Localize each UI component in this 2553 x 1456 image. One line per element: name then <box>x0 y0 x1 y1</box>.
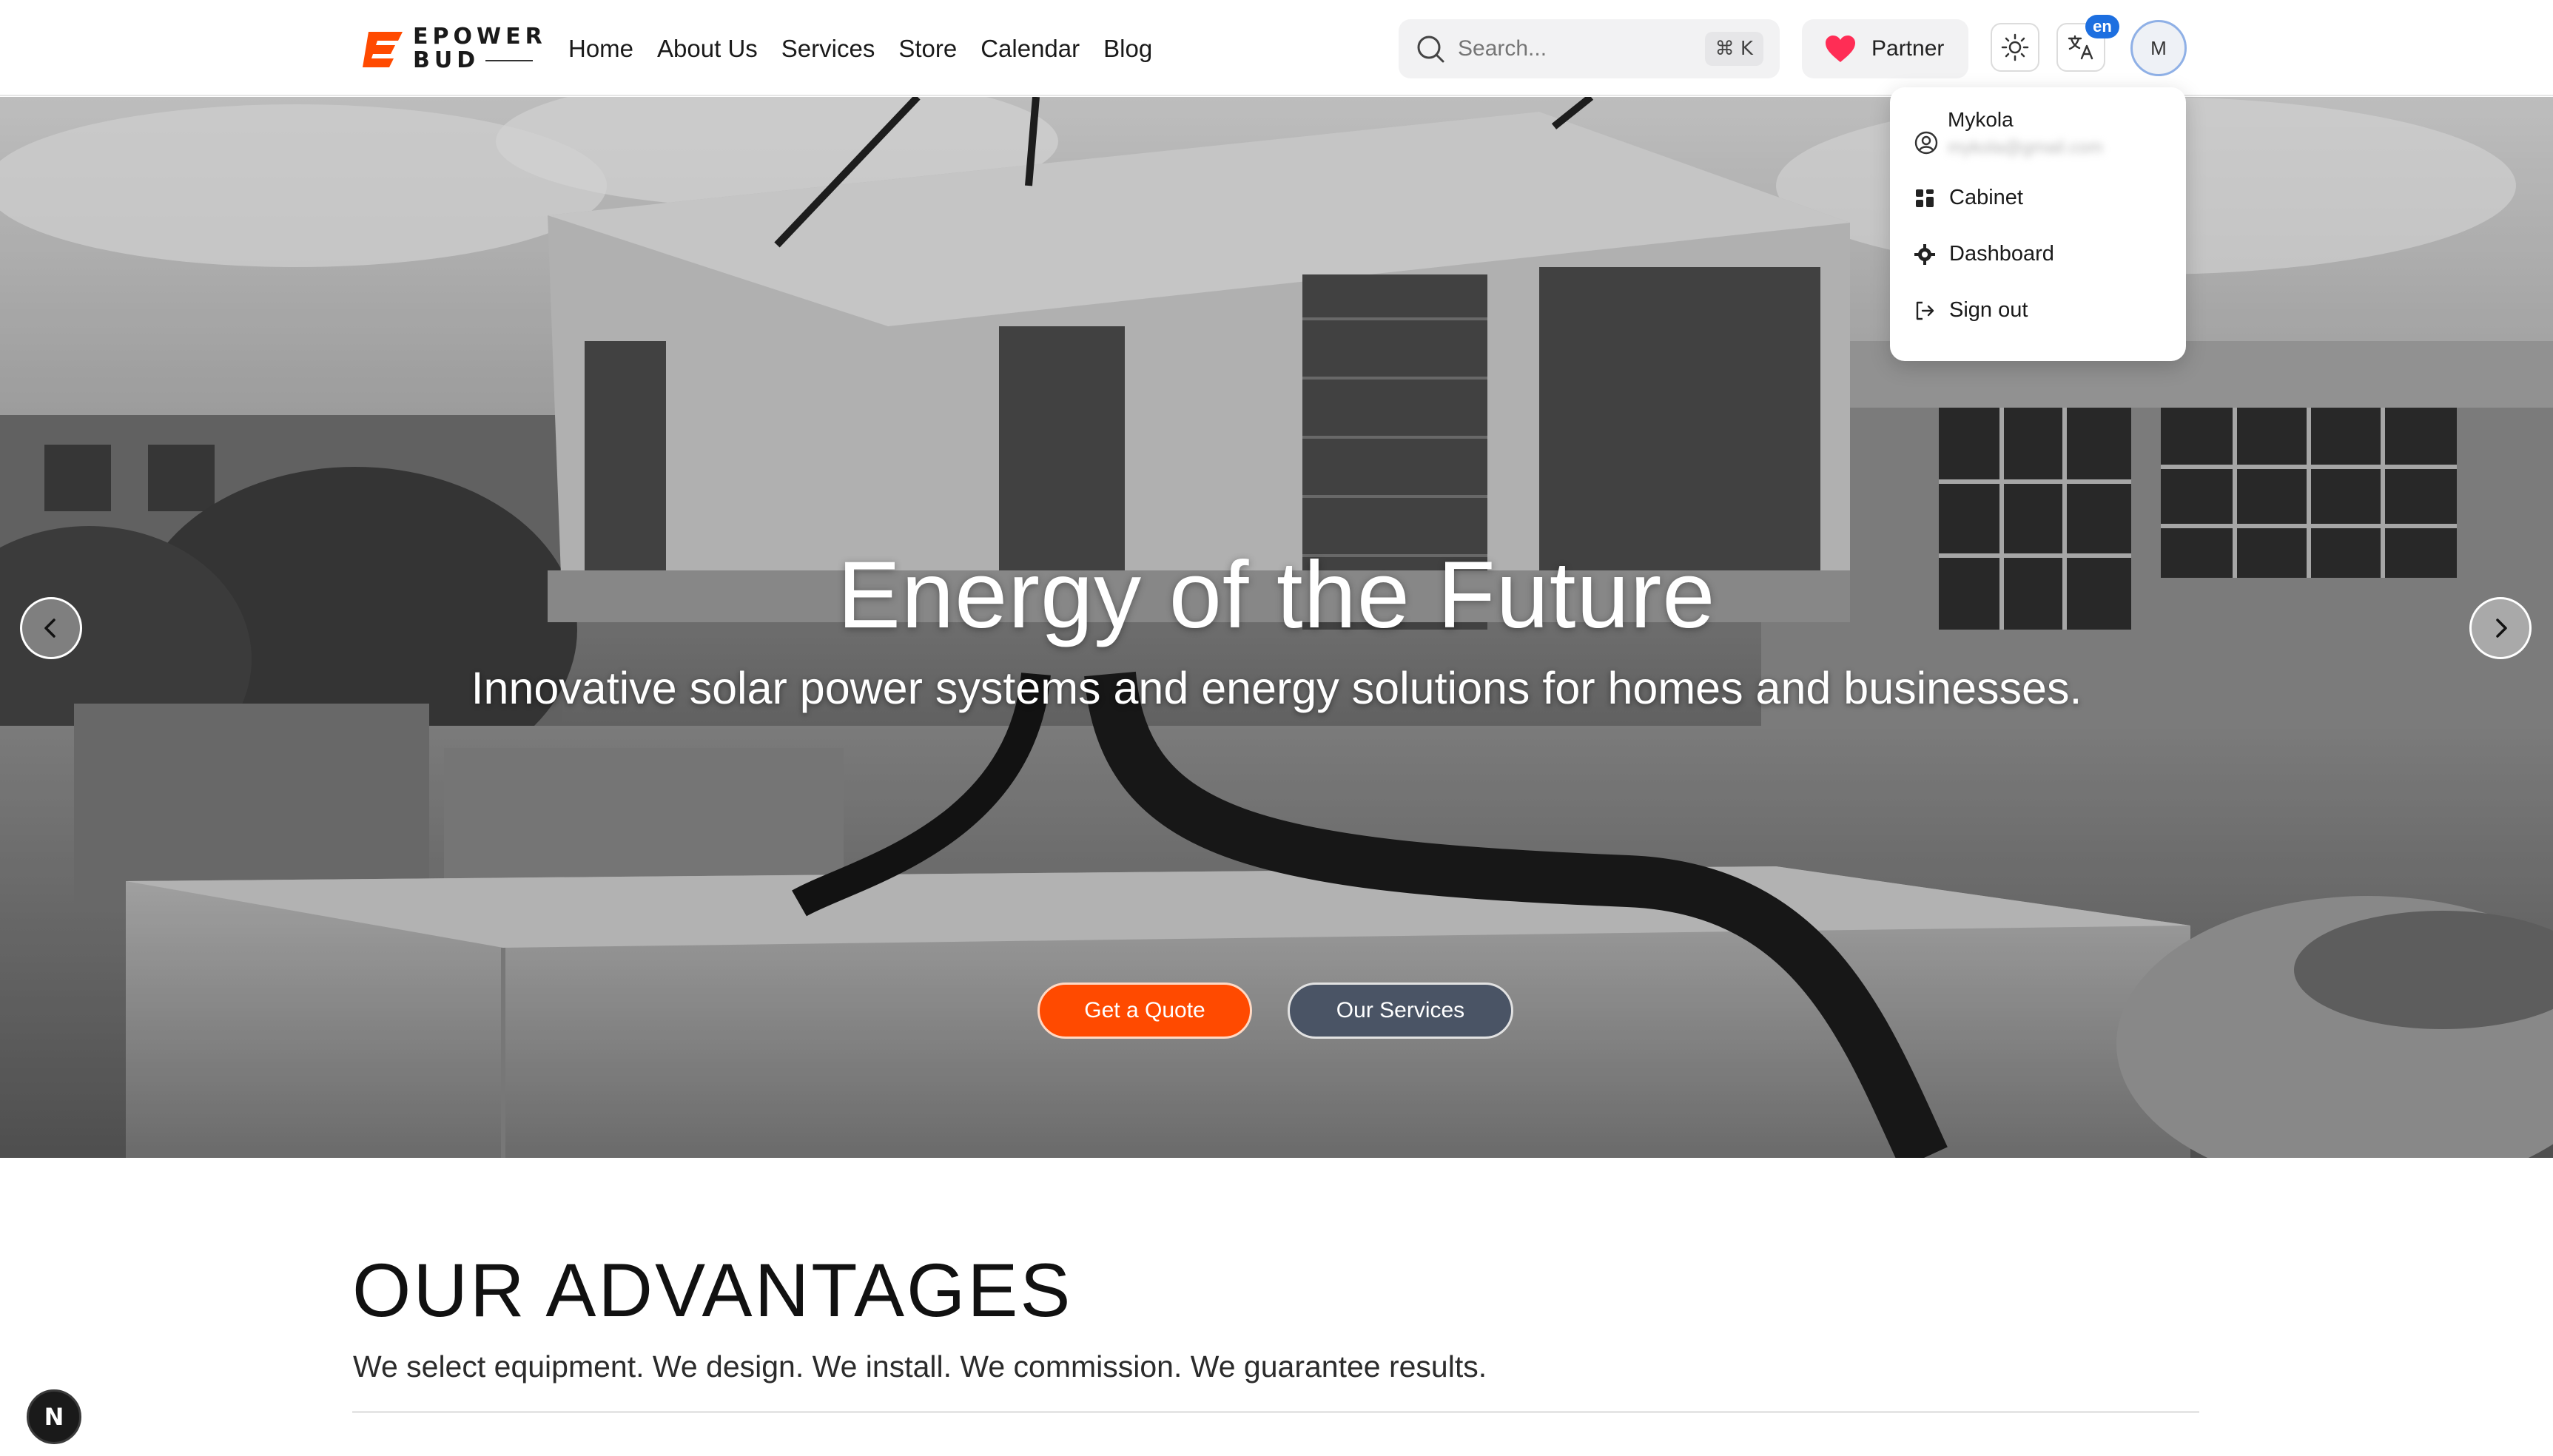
menu-item-label: Sign out <box>1949 298 2028 322</box>
menu-item-sign-out[interactable]: Sign out <box>1914 298 2028 323</box>
logo-line-1: EPOWER <box>413 24 547 50</box>
logo-text: EPOWER BUD <box>413 26 547 72</box>
menu-item-dashboard[interactable]: Dashboard <box>1914 242 2054 266</box>
carousel-next-button[interactable] <box>2469 597 2532 659</box>
user-email: mykola@gmail.com <box>1948 138 2103 158</box>
partner-label: Partner <box>1871 36 1945 61</box>
logo-icon <box>363 32 403 67</box>
section-divider <box>352 1411 2199 1413</box>
nav-store[interactable]: Store <box>898 30 957 68</box>
menu-item-label: Cabinet <box>1949 186 2023 209</box>
get-a-quote-button[interactable]: Get a Quote <box>1037 983 1252 1039</box>
language-badge: en <box>2085 15 2119 38</box>
nav-services[interactable]: Services <box>781 30 875 68</box>
site-header: EPOWER BUD Home About Us Services Store … <box>0 0 2553 96</box>
chevron-right-icon <box>2496 619 2507 638</box>
partner-button[interactable]: Partner <box>1802 19 1968 78</box>
user-info: Mykola mykola@gmail.com <box>1914 108 2103 158</box>
gear-icon <box>1914 243 1935 265</box>
carousel-prev-button[interactable] <box>20 597 82 659</box>
hero-title: Energy of the Future <box>837 542 1716 648</box>
advantages-subtitle: We select equipment. We design. We insta… <box>353 1349 1487 1383</box>
dev-tools-badge[interactable]: N <box>27 1389 81 1444</box>
hero-subtitle: Innovative solar power systems and energ… <box>471 663 2082 713</box>
nav-home[interactable]: Home <box>568 30 633 68</box>
logo-line-2: BUD <box>413 50 547 72</box>
theme-toggle-button[interactable] <box>1991 23 2039 72</box>
nav-about-us[interactable]: About Us <box>657 30 758 68</box>
chevron-left-icon <box>44 619 56 638</box>
heart-icon <box>1826 36 1855 62</box>
main-nav: Home About Us Services Store Calendar Bl… <box>568 30 1152 68</box>
search-input[interactable] <box>1458 36 1695 61</box>
logo[interactable]: EPOWER BUD <box>361 25 547 73</box>
search-box[interactable]: ⌘ K <box>1399 19 1780 78</box>
nav-blog[interactable]: Blog <box>1103 30 1152 68</box>
avatar[interactable]: M <box>2130 20 2187 76</box>
menu-item-cabinet[interactable]: Cabinet <box>1914 186 2023 210</box>
our-services-button[interactable]: Our Services <box>1288 983 1513 1039</box>
grid-icon <box>1916 189 1934 207</box>
user-icon <box>1914 131 1938 155</box>
sign-out-icon <box>1916 301 1934 320</box>
sun-icon <box>2001 33 2029 61</box>
menu-item-label: Dashboard <box>1949 242 2054 266</box>
nav-calendar[interactable]: Calendar <box>980 30 1080 68</box>
user-menu-dropdown: Mykola mykola@gmail.com Cabinet Dashboar… <box>1890 87 2186 361</box>
search-icon <box>1417 36 1444 63</box>
advantages-title: OUR ADVANTAGES <box>352 1248 1073 1332</box>
search-shortcut: ⌘ K <box>1704 32 1763 66</box>
user-name: Mykola <box>1948 108 2014 131</box>
